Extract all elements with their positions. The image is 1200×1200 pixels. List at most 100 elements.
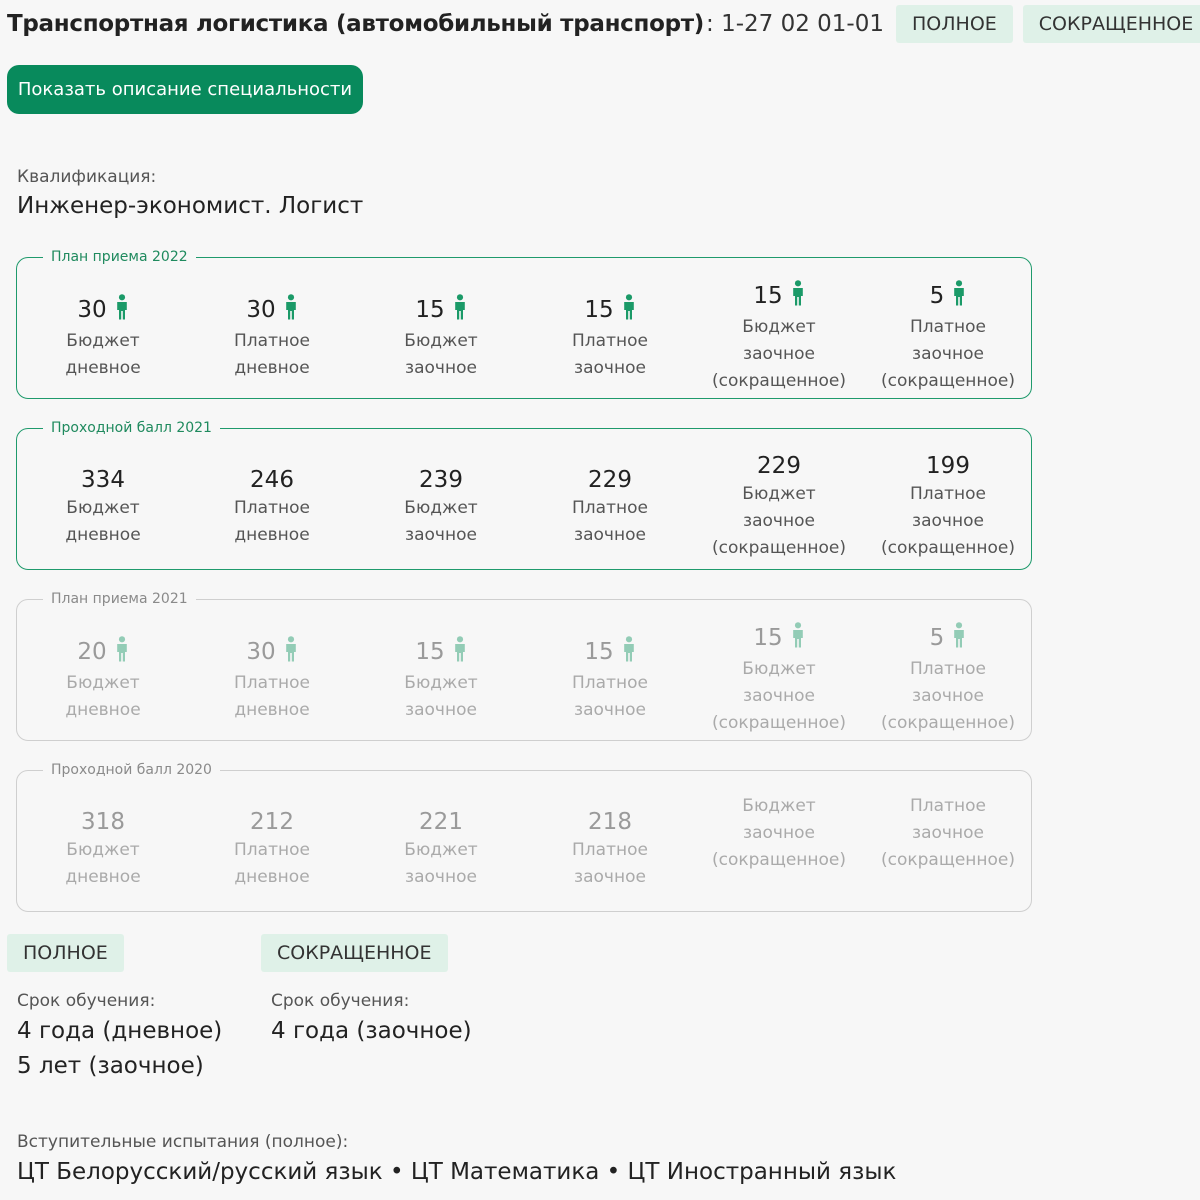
stat-label: Бюджет [66,673,140,693]
stat-label: заочное [743,344,815,364]
stat-value: 239 [356,465,526,495]
person-icon [284,294,298,328]
person-icon [952,622,966,656]
stat-label: Платное [572,498,648,518]
score-2020-box: Проходной балл 2020 318 Бюджет дневное 212 П… [16,760,1033,912]
person-icon [284,636,298,670]
stat-column: 229 Платное заочное [525,465,695,549]
stat-value: 15 [356,294,526,328]
stat-value: 15 [694,280,864,314]
stat-label: Бюджет [404,840,478,860]
tab-full[interactable]: ПОЛНОЕ [896,5,1013,43]
stat-label: Платное [910,484,986,504]
stat-label: дневное [65,525,141,545]
stat-label: Бюджет [404,673,478,693]
stat-label: заочное [912,511,984,531]
short-tag[interactable]: СОКРАЩЕННОЕ [261,934,448,972]
stat-number: 334 [81,467,125,493]
stat-label: заочное [405,525,477,545]
score-2021-title: Проходной балл 2021 [43,418,220,438]
stat-value: 15 [525,636,695,670]
stat-label: Платное [234,840,310,860]
stat-value: 20 [18,636,188,670]
stat-label: дневное [234,358,310,378]
stat-column: 5 Платное заочное (сокращенное) [863,622,1033,737]
stat-label: Платное [910,796,986,816]
stat-label: Платное [572,331,648,351]
show-description-button[interactable]: Показать описание специальности [7,65,363,114]
person-icon [952,280,966,314]
stat-column: 15 Бюджет заочное (сокращенное) [694,280,864,395]
full-duration-label: Срок обучения: [17,991,156,1011]
short-duration-label: Срок обучения: [271,991,410,1011]
stat-value: 199 [863,451,1033,481]
plan-2021-title: План приема 2021 [43,589,196,609]
stat-value: 246 [187,465,357,495]
stat-label: Платное [910,659,986,679]
qualification-label: Квалификация: [17,167,157,187]
stat-value: 212 [187,807,357,837]
stat-value: 15 [694,622,864,656]
stat-number: 30 [246,297,276,323]
stat-label: дневное [234,867,310,887]
stat-column: 15 Платное заочное [525,636,695,724]
stat-number: 218 [588,809,632,835]
stat-value: 229 [525,465,695,495]
plan-2022-title: План приема 2022 [43,247,196,267]
stat-label: Платное [234,498,310,518]
full-duration-1: 4 года (дневное) [17,1018,223,1044]
stat-value: 318 [18,807,188,837]
stat-label: заочное [743,686,815,706]
stat-label: (сокращенное) [880,850,1016,870]
stat-column: 5 Платное заочное (сокращенное) [863,280,1033,395]
stat-column: Бюджет заочное (сокращенное) [694,793,864,874]
stat-label: дневное [65,867,141,887]
stat-column: 218 Платное заочное [525,807,695,891]
stat-column: 229 Бюджет заочное (сокращенное) [694,451,864,562]
stat-label: Бюджет [404,498,478,518]
stat-number: 246 [250,467,294,493]
tab-short[interactable]: СОКРАЩЕННОЕ [1022,5,1200,43]
stat-column: 334 Бюджет дневное [18,465,188,549]
full-tag[interactable]: ПОЛНОЕ [7,934,124,972]
page-header: Транспортная логистика (автомобильный тр… [7,5,1200,43]
person-icon [791,622,805,656]
stat-column: 212 Платное дневное [187,807,357,891]
stat-label: (сокращенное) [711,713,847,733]
stat-label: Платное [572,840,648,860]
stat-label: заочное [912,344,984,364]
stat-label: Платное [910,317,986,337]
stat-number: 15 [415,639,445,665]
stat-label: заочное [912,686,984,706]
stat-number: 15 [584,297,614,323]
score-2021-box: Проходной балл 2021 334 Бюджет дневное 246 П… [16,418,1033,570]
stat-number: 20 [77,639,107,665]
stat-label: заочное [574,700,646,720]
stat-value: 30 [187,636,357,670]
stat-number: 318 [81,809,125,835]
stat-number: 229 [757,453,801,479]
stat-value: 334 [18,465,188,495]
short-duration-1: 4 года (заочное) [271,1018,472,1044]
stat-column: 30 Платное дневное [187,636,357,724]
stat-value: 5 [863,280,1033,314]
stat-column: Платное заочное (сокращенное) [863,793,1033,874]
page-title: Транспортная логистика (автомобильный тр… [7,11,705,37]
stat-number: 5 [929,283,945,309]
stat-label: дневное [234,700,310,720]
stat-label: Бюджет [66,840,140,860]
stat-number: 229 [588,467,632,493]
stat-number: 199 [926,453,970,479]
stat-number: 15 [415,297,445,323]
stat-column: 318 Бюджет дневное [18,807,188,891]
person-icon [115,636,129,670]
stat-column: 15 Бюджет заочное [356,636,526,724]
stat-label: заочное [405,867,477,887]
stat-column: 20 Бюджет дневное [18,636,188,724]
stat-label: заочное [743,511,815,531]
stat-number: 212 [250,809,294,835]
stat-label: заочное [574,867,646,887]
stat-number: 5 [929,625,945,651]
stat-column: 30 Платное дневное [187,294,357,382]
plan-2022-box: План приема 2022 30 Бюджет дневное 30 Платно… [16,247,1033,399]
